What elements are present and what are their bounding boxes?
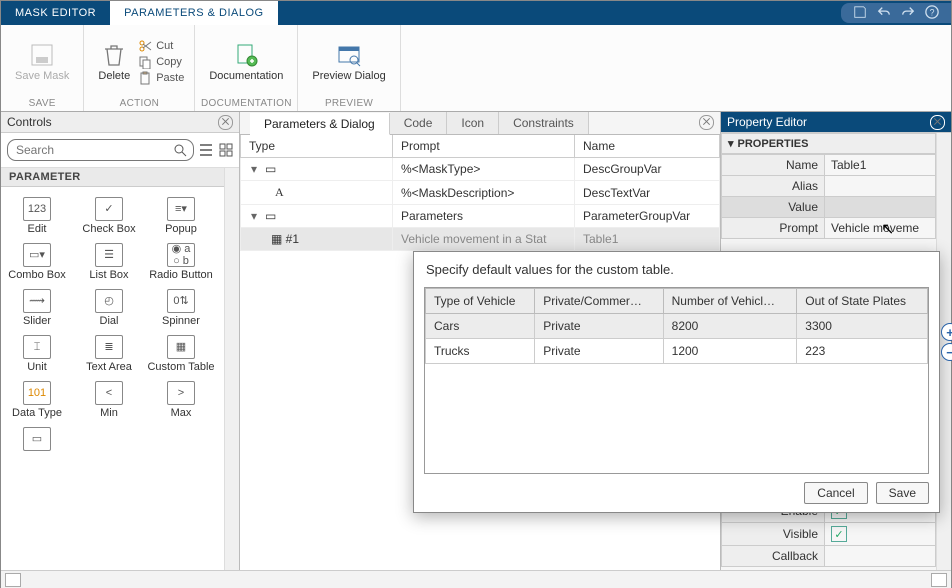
prop-name[interactable]: NameTable1 — [722, 155, 936, 176]
row-descgroupvar[interactable]: ▾▭ %<MaskType> DescGroupVar — [241, 158, 720, 181]
col-name[interactable]: Name — [575, 135, 720, 158]
prop-callback[interactable]: Callback — [722, 546, 936, 567]
add-row-button[interactable]: + — [941, 323, 952, 341]
controls-scrollbar[interactable] — [224, 168, 239, 570]
save-icon[interactable] — [853, 5, 867, 22]
undo-icon[interactable] — [877, 5, 891, 22]
property-editor-title: Property Editor — [727, 115, 807, 129]
prop-visible[interactable]: Visible — [722, 523, 936, 546]
prop-value[interactable]: Value — [722, 197, 936, 218]
popup-col-number-of-vehicles[interactable]: Number of Vehicl… — [663, 289, 797, 314]
tab-parameters-dialog[interactable]: PARAMETERS & DIALOG — [110, 1, 278, 25]
properties-section-header[interactable]: ▾PROPERTIES — [721, 133, 936, 154]
cut-button[interactable]: Cut — [138, 39, 184, 53]
palette-max[interactable]: >Max — [145, 377, 217, 423]
palette-dial[interactable]: ◴Dial — [73, 285, 145, 331]
documentation-icon — [233, 42, 259, 68]
palette-data-type[interactable]: 101Data Type — [1, 377, 73, 423]
palette-list-box[interactable]: ☰List Box — [73, 239, 145, 285]
documentation-button[interactable]: Documentation — [205, 40, 287, 84]
popup-col-out-of-state-plates[interactable]: Out of State Plates — [797, 289, 928, 314]
checkbox-visible[interactable] — [831, 526, 847, 542]
ribbon-toolbar: Save Mask SAVE Delete Cut Copy Paste ACT… — [1, 25, 951, 112]
row-desctextvar[interactable]: A %<MaskDescription> DescTextVar — [241, 181, 720, 205]
prop-prompt[interactable]: PromptVehicle moveme — [722, 218, 936, 239]
subtab-constraints[interactable]: Constraints — [499, 112, 589, 134]
custom-table-value-popup: Specify default values for the custom ta… — [413, 251, 940, 513]
subtab-code[interactable]: Code — [390, 112, 448, 134]
scissors-icon — [138, 39, 152, 53]
list-view-icon[interactable] — [198, 140, 214, 160]
palette-custom-table[interactable]: ▦Custom Table — [145, 331, 217, 377]
group-label-documentation: DOCUMENTATION — [201, 96, 292, 111]
scroll-right-button[interactable] — [931, 573, 947, 587]
svg-text:?: ? — [930, 7, 935, 17]
popup-col-private-commercial[interactable]: Private/Commer… — [535, 289, 663, 314]
group-label-action: ACTION — [120, 96, 160, 111]
search-icon — [173, 143, 187, 157]
close-property-editor-icon[interactable] — [930, 115, 945, 130]
search-input[interactable] — [14, 142, 173, 158]
palette-unit[interactable]: ⌶Unit — [1, 331, 73, 377]
palette-popup[interactable]: ≡▾Popup — [145, 193, 217, 239]
copy-button[interactable]: Copy — [138, 55, 184, 69]
col-type[interactable]: Type — [241, 135, 393, 158]
group-label-preview: PREVIEW — [325, 96, 373, 111]
controls-title: Controls — [7, 115, 52, 129]
palette-spinner[interactable]: 0⇅Spinner — [145, 285, 217, 331]
popup-save-button[interactable]: Save — [876, 482, 929, 504]
quick-access-toolbar: ? — [841, 3, 951, 23]
close-controls-icon[interactable] — [218, 115, 233, 130]
row-parametergroupvar[interactable]: ▾▭ Parameters ParameterGroupVar — [241, 205, 720, 228]
palette-radio-button[interactable]: ◉ a○ bRadio Button — [145, 239, 217, 285]
popup-table[interactable]: Type of Vehicle Private/Commer… Number o… — [424, 287, 929, 474]
preview-dialog-button[interactable]: Preview Dialog — [308, 40, 389, 84]
palette-edit[interactable]: 123Edit — [1, 193, 73, 239]
popup-message: Specify default values for the custom ta… — [414, 252, 939, 287]
search-input-wrap[interactable] — [7, 139, 194, 161]
palette-combo-box[interactable]: ▭▾Combo Box — [1, 239, 73, 285]
palette-min[interactable]: <Min — [73, 377, 145, 423]
popup-row-trucks[interactable]: TrucksPrivate1200223 — [426, 339, 928, 364]
subtab-parameters-dialog[interactable]: Parameters & Dialog — [250, 113, 390, 135]
popup-col-type-of-vehicle[interactable]: Type of Vehicle — [426, 289, 535, 314]
remove-row-button[interactable]: − — [941, 343, 952, 361]
row-table1[interactable]: ▦ #1 Vehicle movement in a Stat Table1 — [241, 228, 720, 251]
prop-alias[interactable]: Alias — [722, 176, 936, 197]
save-mask-button[interactable]: Save Mask — [11, 40, 73, 84]
redo-icon[interactable] — [901, 5, 915, 22]
controls-panel: Controls PARAMETER 123Edit — [1, 112, 240, 570]
control-palette: 123Edit ✓Check Box ≡▾Popup ▭▾Combo Box ☰… — [1, 187, 224, 570]
tab-mask-editor[interactable]: MASK EDITOR — [1, 1, 110, 25]
copy-icon — [138, 55, 152, 69]
palette-check-box[interactable]: ✓Check Box — [73, 193, 145, 239]
status-bar — [1, 570, 951, 588]
popup-row-cars[interactable]: CarsPrivate82003300 — [426, 314, 928, 339]
grid-view-icon[interactable] — [218, 140, 234, 160]
close-center-icon[interactable] — [699, 115, 714, 130]
palette-slider[interactable]: ⟿Slider — [1, 285, 73, 331]
paste-icon — [138, 71, 152, 85]
save-mask-icon — [29, 42, 55, 68]
parameter-section-header: PARAMETER — [1, 168, 224, 187]
group-label-save: SAVE — [29, 96, 56, 111]
popup-cancel-button[interactable]: Cancel — [804, 482, 867, 504]
palette-more[interactable]: ▭ — [1, 423, 73, 455]
scroll-left-button[interactable] — [5, 573, 21, 587]
trash-icon — [101, 42, 127, 68]
preview-icon — [336, 42, 362, 68]
paste-button[interactable]: Paste — [138, 71, 184, 85]
palette-text-area[interactable]: ≣Text Area — [73, 331, 145, 377]
col-prompt[interactable]: Prompt — [393, 135, 575, 158]
help-icon[interactable]: ? — [925, 5, 939, 22]
subtab-icon[interactable]: Icon — [447, 112, 499, 134]
delete-button[interactable]: Delete — [94, 40, 134, 84]
title-bar: MASK EDITOR PARAMETERS & DIALOG ? — [1, 1, 951, 25]
